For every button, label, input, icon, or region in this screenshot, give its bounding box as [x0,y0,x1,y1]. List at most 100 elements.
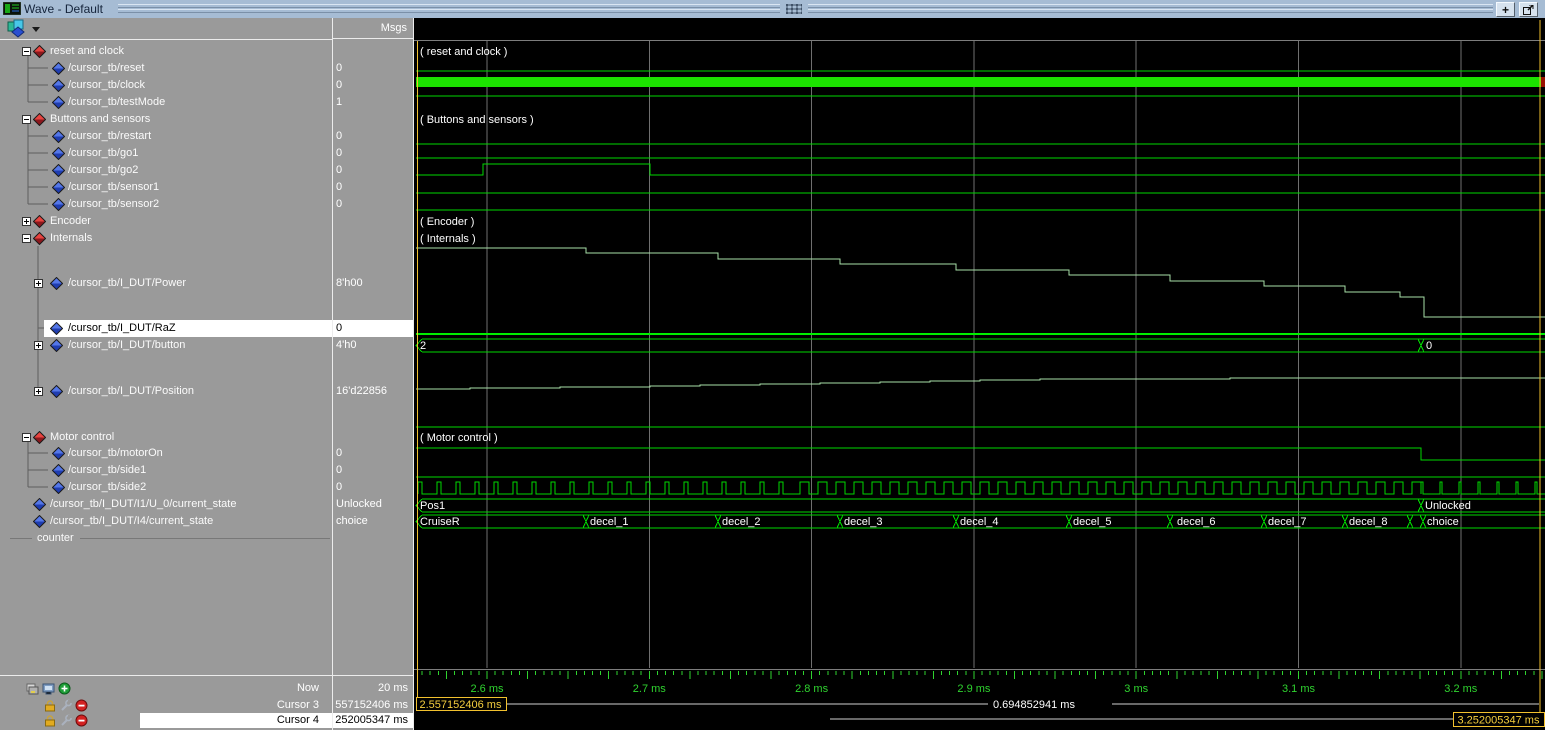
signal-row-cursor-tb-clock[interactable]: /cursor_tb/clock [0,77,332,94]
cursor3-row[interactable]: Cursor 3 [0,698,332,713]
titlebar-dot-grip[interactable] [786,4,802,14]
monitor-icon[interactable] [42,683,55,695]
expand-icon[interactable] [22,217,31,226]
signal-row-cursor-tb-i-dut-i4-current-state[interactable]: /cursor_tb/I_DUT/I4/current_state [0,513,332,530]
add-cursor-icon[interactable] [58,682,71,695]
signal-value: 0 [333,77,413,94]
delete-cursor-icon[interactable] [75,714,88,727]
group-diamond-icon [33,232,46,245]
waveform-pane[interactable]: ( reset and clock )( Buttons and sensors… [414,18,1545,730]
expand-icon[interactable] [34,279,43,288]
divider-counter[interactable]: counter [0,530,332,547]
collapse-icon[interactable] [22,47,31,56]
signal-diamond-icon [52,130,65,143]
signal-label: Motor control [50,429,114,446]
excludes-filter-icon[interactable] [26,683,39,695]
lock-icon[interactable] [44,699,56,712]
undock-button[interactable] [1519,2,1538,17]
delete-cursor-icon[interactable] [75,699,88,712]
wrench-icon[interactable] [59,699,72,712]
wave-group-label: ( Motor control ) [420,432,498,444]
signal-row-cursor-tb-i-dut-power[interactable]: /cursor_tb/I_DUT/Power [0,275,332,292]
cursor-name-pane: Now [0,675,332,730]
bus-value-label: decel_2 [722,516,761,528]
signal-value: 0 [333,320,413,337]
bus-value-label: CruiseR [420,516,460,528]
signal-label: Buttons and sensors [50,111,150,128]
signal-row-cursor-tb-sensor2[interactable]: /cursor_tb/sensor2 [0,196,332,213]
collapse-icon[interactable] [22,115,31,124]
lock-icon[interactable] [44,714,56,727]
signal-diamond-icon [52,96,65,109]
signal-value [333,43,413,60]
cursor4-value: 252005347 ms [333,713,413,728]
bus-value-label: Pos1 [420,500,445,512]
signal-row-cursor-tb-restart[interactable]: /cursor_tb/restart [0,128,332,145]
group-row-internals[interactable]: Internals [0,230,332,247]
signal-label: /cursor_tb/reset [68,60,144,77]
signal-diamond-icon [52,147,65,160]
timeline-label: 3 ms [1124,683,1148,695]
group-row-reset-and-clock[interactable]: reset and clock [0,43,332,60]
signal-row-cursor-tb-motoron[interactable]: /cursor_tb/motorOn [0,445,332,462]
signal-row-cursor-tb-side1[interactable]: /cursor_tb/side1 [0,462,332,479]
signal-label: Encoder [50,213,91,230]
signal-value [333,429,413,446]
signal-row-cursor-tb-i-dut-raz[interactable]: /cursor_tb/I_DUT/RaZ [0,320,332,337]
group-row-encoder[interactable]: Encoder [0,213,332,230]
bus-value-label: decel_4 [960,516,999,528]
collapse-icon[interactable] [22,234,31,243]
bus-value-label: Unlocked [1425,500,1471,512]
expand-icon[interactable] [34,341,43,350]
cursor3-time: 2.557152406 ms [420,699,502,711]
bus-value-label: decel_5 [1073,516,1112,528]
signal-diamond-icon [33,515,46,528]
signal-diamond-icon [50,339,63,352]
signal-label: /cursor_tb/side1 [68,462,146,479]
signal-diamond-icon [50,385,63,398]
signal-row-cursor-tb-testmode[interactable]: /cursor_tb/testMode [0,94,332,111]
add-window-button[interactable]: + [1496,2,1515,17]
signal-value: 0 [333,445,413,462]
group-row-motor-control[interactable]: Motor control [0,429,332,446]
signal-row-cursor-tb-reset[interactable]: /cursor_tb/reset [0,60,332,77]
signal-diamond-icon [52,181,65,194]
wave-canvas[interactable] [414,18,1545,730]
wave-group-label: ( Encoder ) [420,216,474,228]
bus-value-label: 2 [420,340,426,352]
wave-group-label: ( Internals ) [420,233,476,245]
group-diamond-icon [33,113,46,126]
signal-row-cursor-tb-i-dut-position[interactable]: /cursor_tb/I_DUT/Position [0,383,332,400]
signal-diamond-icon [33,498,46,511]
now-value: 20 ms [333,678,413,698]
signal-label: /cursor_tb/motorOn [68,445,163,462]
signal-value: 16'd22856 [333,383,413,400]
signal-names-pane[interactable]: reset and clock/cursor_tb/reset/cursor_t… [0,18,333,730]
divider-label: counter [37,530,74,547]
wrench-icon[interactable] [59,714,72,727]
signal-value: 0 [333,145,413,162]
cursor4-row[interactable]: Cursor 4 [0,713,332,728]
signal-row-cursor-tb-side2[interactable]: /cursor_tb/side2 [0,479,332,496]
bus-value-label: decel_8 [1349,516,1388,528]
expand-icon[interactable] [34,387,43,396]
window-titlebar[interactable]: Wave - Default + [0,0,1545,18]
cursor4-label: Cursor 4 [277,713,319,728]
wave-window: Wave - Default + reset and clock/cu [0,0,1545,730]
signal-label: /cursor_tb/I_DUT/I4/current_state [50,513,213,530]
now-row[interactable]: Now [0,678,332,698]
signal-row-cursor-tb-go1[interactable]: /cursor_tb/go1 [0,145,332,162]
signal-label: /cursor_tb/sensor2 [68,196,159,213]
signal-row-cursor-tb-go2[interactable]: /cursor_tb/go2 [0,162,332,179]
bus-value-label: decel_7 [1268,516,1307,528]
signal-label: /cursor_tb/go2 [68,162,138,179]
signal-row-cursor-tb-i-dut-button[interactable]: /cursor_tb/I_DUT/button [0,337,332,354]
cursor-delta-label: 0.694852941 ms [993,699,1075,711]
signal-row-cursor-tb-sensor1[interactable]: /cursor_tb/sensor1 [0,179,332,196]
signal-label: /cursor_tb/testMode [68,94,165,111]
group-row-buttons-and-sensors[interactable]: Buttons and sensors [0,111,332,128]
signal-row-cursor-tb-i-dut-i1-u-0-current-state[interactable]: /cursor_tb/I_DUT/I1/U_0/current_state [0,496,332,513]
collapse-icon[interactable] [22,433,31,442]
signal-label: /cursor_tb/I_DUT/button [68,337,185,354]
msgs-pane: Msgs 001000008'h0004'h016'd22856000Unloc… [333,18,414,730]
